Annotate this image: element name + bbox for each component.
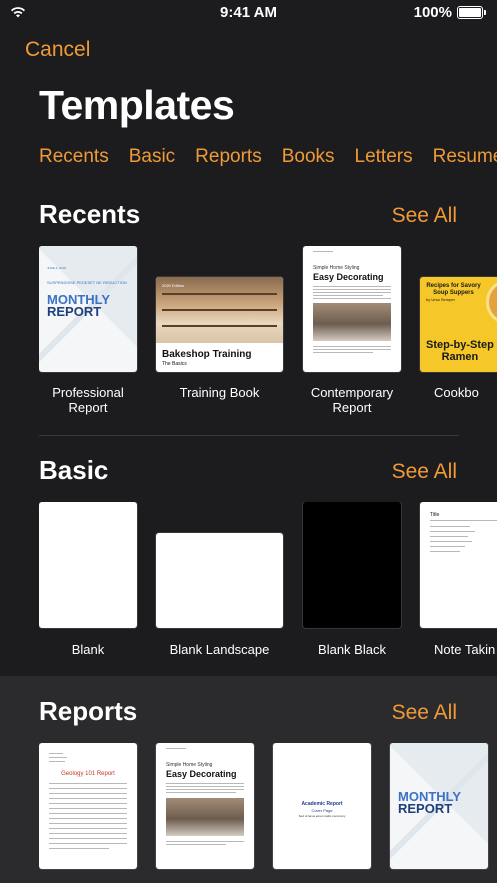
template-training-book[interactable]: 2020 Edition Bakeshop Training The Basic… — [156, 246, 283, 416]
template-thumbnail: Academic Report Cover Page Sed ut lacus … — [273, 743, 371, 869]
cancel-button[interactable]: Cancel — [25, 38, 90, 62]
thumb-title-line2: REPORT — [47, 304, 102, 319]
template-thumbnail — [39, 502, 137, 628]
thumb-subtitle: Sed ut lacus amet mattis nonummy — [298, 814, 346, 818]
tab-recents[interactable]: Recents — [39, 146, 109, 168]
template-professional-report[interactable]: JUNE 4, 2018 SUSPENDISSE PEDESET NE REDU… — [39, 246, 137, 416]
thumb-subtitle: The Basics — [162, 361, 187, 367]
tab-letters[interactable]: Letters — [355, 146, 413, 168]
thumb-kicker: Simple Home Styling — [313, 265, 360, 271]
template-thumbnail: 2020 Edition Bakeshop Training The Basic… — [156, 277, 283, 372]
template-monthly-report[interactable]: MONTHLY REPORT — [390, 743, 488, 869]
thumb-kicker: Simple Home Styling — [166, 762, 213, 768]
template-thumbnail: Title — [420, 502, 497, 628]
reports-see-all-button[interactable]: See All — [392, 701, 457, 725]
tab-basic[interactable]: Basic — [129, 146, 175, 168]
template-label: Contemporary Report — [310, 385, 394, 415]
thumb-title: Geology 101 Report — [61, 771, 115, 777]
template-academic-report[interactable]: Academic Report Cover Page Sed ut lacus … — [273, 743, 371, 869]
tab-reports[interactable]: Reports — [195, 146, 262, 168]
thumb-title: Easy Decorating — [166, 769, 237, 779]
template-label: Blank — [71, 642, 105, 657]
recents-see-all-button[interactable]: See All — [392, 204, 457, 228]
template-label: Note Takin — [434, 642, 496, 657]
thumb-title-line2: REPORT — [398, 801, 453, 816]
page-title: Templates — [39, 82, 235, 128]
template-blank-black[interactable]: Blank Black — [303, 502, 401, 662]
thumb-kicker: SUSPENDISSE PEDESET NE REDUCTION — [47, 280, 127, 285]
thumb-title: Title — [430, 512, 440, 518]
tab-resumes[interactable]: Resumes — [433, 146, 497, 168]
template-thumbnail: Simple Home Styling Easy Decorating — [303, 246, 401, 372]
template-thumbnail — [156, 533, 283, 628]
template-thumbnail: Geology 101 Report — [39, 743, 137, 869]
template-thumbnail: MONTHLY REPORT — [390, 743, 488, 869]
template-note-taking[interactable]: Title Note Takin — [420, 502, 497, 662]
template-thumbnail: Recipes for Savory Soup Suppers by Ursa … — [420, 277, 497, 372]
template-thumbnail: JUNE 4, 2018 SUSPENDISSE PEDESET NE REDU… — [39, 246, 137, 372]
template-label: Cookbo — [434, 385, 479, 400]
basic-heading: Basic — [39, 455, 109, 485]
template-easy-decorating[interactable]: Simple Home Styling Easy Decorating — [156, 743, 254, 869]
basic-see-all-button[interactable]: See All — [392, 460, 457, 484]
template-label: Blank Landscape — [169, 642, 270, 657]
reports-row: Geology 101 Report Simple Home Styling E… — [39, 743, 497, 883]
thumb-author: by Ursa Semper — [426, 297, 455, 302]
thumb-header: Recipes for Savory Soup Suppers — [426, 283, 481, 296]
battery-status: 100% — [413, 4, 486, 21]
template-blank[interactable]: Blank — [39, 502, 137, 662]
thumb-title: Bakeshop Training — [162, 349, 252, 360]
recents-heading: Recents — [39, 199, 141, 229]
template-label: Professional Report — [52, 385, 124, 415]
thumb-title: Academic Report — [301, 801, 343, 807]
tab-books[interactable]: Books — [282, 146, 335, 168]
thumb-title: Easy Decorating — [313, 272, 384, 282]
category-tabs: Recents Basic Reports Books Letters Resu… — [39, 146, 497, 168]
status-bar: 9:41 AM 100% — [0, 0, 497, 28]
template-label: Blank Black — [318, 642, 386, 657]
template-thumbnail: Simple Home Styling Easy Decorating — [156, 743, 254, 869]
template-geology-report[interactable]: Geology 101 Report — [39, 743, 137, 869]
template-label: Training Book — [179, 385, 260, 400]
battery-percent: 100% — [413, 4, 452, 21]
battery-icon — [457, 6, 486, 19]
template-blank-landscape[interactable]: Blank Landscape — [156, 502, 283, 662]
reports-heading: Reports — [39, 696, 138, 726]
thumb-date: JUNE 4, 2018 — [47, 266, 66, 270]
thumb-title-line2: Cover Page — [311, 808, 333, 813]
template-thumbnail — [303, 502, 401, 628]
section-divider — [39, 435, 459, 436]
thumb-edition: 2020 Edition — [162, 283, 185, 288]
template-contemporary-report[interactable]: Simple Home Styling Easy Decorating Cont… — [303, 246, 401, 416]
recents-row: JUNE 4, 2018 SUSPENDISSE PEDESET NE REDU… — [39, 246, 497, 431]
basic-row: Blank Blank Landscape Blank Black Title … — [39, 502, 497, 687]
thumb-title: Step-by-Step Ramen — [426, 339, 494, 363]
template-cookbook[interactable]: Recipes for Savory Soup Suppers by Ursa … — [420, 246, 497, 416]
